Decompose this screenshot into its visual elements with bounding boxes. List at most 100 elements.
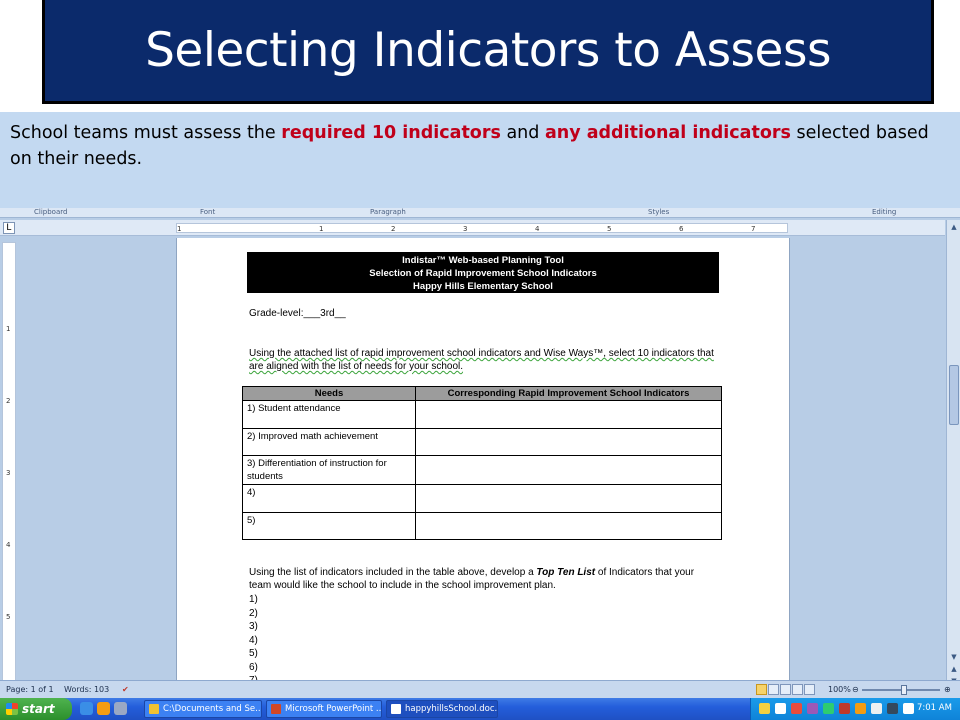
slide-title-bar: Selecting Indicators to Assess [42, 0, 934, 104]
ribbon-group-styles[interactable]: Styles [648, 208, 669, 216]
list-item[interactable]: 3) [249, 620, 258, 634]
ruler-number: 7 [751, 225, 756, 233]
volume-icon[interactable] [903, 703, 914, 714]
list-item[interactable]: 5) [249, 647, 258, 661]
vruler-number: 1 [6, 325, 11, 333]
table-row: 1) Student attendance [242, 400, 722, 429]
tray-icon[interactable] [775, 703, 786, 714]
view-buttons [756, 684, 816, 697]
need-cell[interactable]: 5) [242, 511, 416, 540]
windows-taskbar: start C:\Documents and Se... Microsoft P… [0, 698, 960, 720]
header-line: Selection of Rapid Improvement School In… [369, 268, 597, 279]
header-line: Happy Hills Elementary School [413, 281, 553, 292]
table-row: 3) Differentiation of instruction for st… [242, 455, 722, 485]
scrollbar-thumb[interactable] [949, 365, 959, 425]
table-row: 4) [242, 484, 722, 513]
taskbar-item-powerpoint[interactable]: Microsoft PowerPoint ... [266, 700, 382, 718]
status-bar: Page: 1 of 1 Words: 103 ✔ 100% ⊖ ⊕ [0, 680, 960, 698]
ruler-number: 4 [535, 225, 540, 233]
zoom-in-icon[interactable]: ⊕ [944, 685, 951, 694]
taskbar-item-explorer[interactable]: C:\Documents and Se... [144, 700, 262, 718]
indicator-cell[interactable] [415, 484, 722, 513]
tray-icon[interactable] [871, 703, 882, 714]
list-item[interactable]: 1) [249, 593, 258, 607]
page-count[interactable]: Page: 1 of 1 [6, 685, 54, 694]
tray-icon[interactable] [839, 703, 850, 714]
outline-icon[interactable] [792, 684, 803, 695]
scroll-down-icon[interactable]: ▼ [949, 652, 959, 662]
topten-emphasis: Top Ten List [536, 567, 596, 578]
firefox-icon[interactable] [97, 702, 110, 715]
ribbon-group-paragraph[interactable]: Paragraph [370, 208, 406, 216]
scroll-up-icon[interactable]: ▲ [949, 222, 959, 232]
caption-text-1: School teams must assess the [10, 123, 282, 143]
vertical-scrollbar[interactable]: ▲ ▼ ▲ ▼ [946, 220, 960, 688]
tray-icon[interactable] [759, 703, 770, 714]
indicator-cell[interactable] [415, 455, 722, 485]
vruler-number: 2 [6, 397, 11, 405]
taskbar-item-word[interactable]: happyhillsSchool.doc... [386, 700, 498, 718]
need-cell[interactable]: 2) Improved math achievement [242, 427, 416, 456]
word-icon [391, 704, 401, 714]
ribbon-group-clipboard[interactable]: Clipboard [34, 208, 67, 216]
tray-icon[interactable] [887, 703, 898, 714]
start-button[interactable]: start [0, 698, 72, 720]
needs-table: Needs Corresponding Rapid Improvement Sc… [242, 386, 722, 540]
taskbar-item-label: happyhillsSchool.doc... [405, 704, 498, 714]
taskbar-item-label: C:\Documents and Se... [163, 704, 262, 714]
instruction-text: Using the attached list of rapid improve… [249, 348, 714, 372]
system-tray: 7:01 AM [750, 698, 960, 720]
table-row: 2) Improved math achievement [242, 427, 722, 456]
word-count[interactable]: Words: 103 [64, 685, 109, 694]
top-ten-instruction: Using the list of indicators included in… [249, 566, 719, 592]
tray-icon[interactable] [807, 703, 818, 714]
document-page[interactable]: Indistar™ Web-based Planning Tool Select… [176, 238, 790, 698]
taskbar-item-label: Microsoft PowerPoint ... [285, 704, 382, 714]
powerpoint-icon [271, 704, 281, 714]
tray-icon[interactable] [855, 703, 866, 714]
horizontal-ruler[interactable]: L 1 1 2 3 4 5 6 7 [0, 220, 945, 236]
need-cell[interactable]: 3) Differentiation of instruction for st… [242, 455, 416, 485]
ruler-number: 1 [319, 225, 324, 233]
grade-level: Grade-level:___3rd__ [249, 308, 346, 319]
vruler-number: 5 [6, 613, 11, 621]
zoom-out-icon[interactable]: ⊖ [852, 685, 859, 694]
zoom-slider-handle[interactable] [901, 685, 907, 695]
internet-explorer-icon[interactable] [80, 702, 93, 715]
table-row: 5) [242, 511, 722, 540]
vertical-ruler[interactable]: 1 2 3 4 5 [2, 242, 16, 682]
prev-page-icon[interactable]: ▲ [949, 664, 959, 674]
zoom-level[interactable]: 100% [828, 685, 851, 694]
indicator-cell[interactable] [415, 511, 722, 540]
show-desktop-icon[interactable] [114, 702, 127, 715]
tray-icon[interactable] [791, 703, 802, 714]
need-cell[interactable]: 1) Student attendance [242, 400, 416, 429]
need-cell[interactable]: 4) [242, 484, 416, 513]
print-layout-icon[interactable] [756, 684, 767, 695]
ribbon-group-labels: Clipboard Font Paragraph Styles Editing [0, 208, 960, 218]
web-layout-icon[interactable] [780, 684, 791, 695]
caption-highlight-required: required 10 indicators [281, 123, 501, 143]
caption-text-2: and [500, 123, 545, 143]
list-item[interactable]: 2) [249, 607, 258, 621]
proofing-icon[interactable]: ✔ [122, 685, 129, 694]
ribbon-group-font[interactable]: Font [200, 208, 215, 216]
ruler-strip[interactable]: 1 1 2 3 4 5 6 7 [176, 223, 788, 233]
table-header-indicators: Corresponding Rapid Improvement School I… [415, 386, 722, 401]
windows-logo-icon [6, 703, 18, 715]
list-item[interactable]: 4) [249, 634, 258, 648]
topten-text-pre: Using the list of indicators included in… [249, 567, 537, 578]
tray-icon[interactable] [823, 703, 834, 714]
indicator-cell[interactable] [415, 427, 722, 456]
clock[interactable]: 7:01 AM [917, 703, 952, 713]
quick-launch [80, 702, 131, 718]
ribbon-group-editing[interactable]: Editing [872, 208, 896, 216]
list-item[interactable]: 6) [249, 661, 258, 675]
ruler-number: 1 [177, 225, 182, 233]
full-screen-reading-icon[interactable] [768, 684, 779, 695]
word-window: Clipboard Font Paragraph Styles Editing … [0, 208, 960, 698]
ruler-number: 2 [391, 225, 396, 233]
draft-icon[interactable] [804, 684, 815, 695]
indicator-cell[interactable] [415, 400, 722, 429]
tab-selector-icon[interactable]: L [3, 222, 15, 234]
